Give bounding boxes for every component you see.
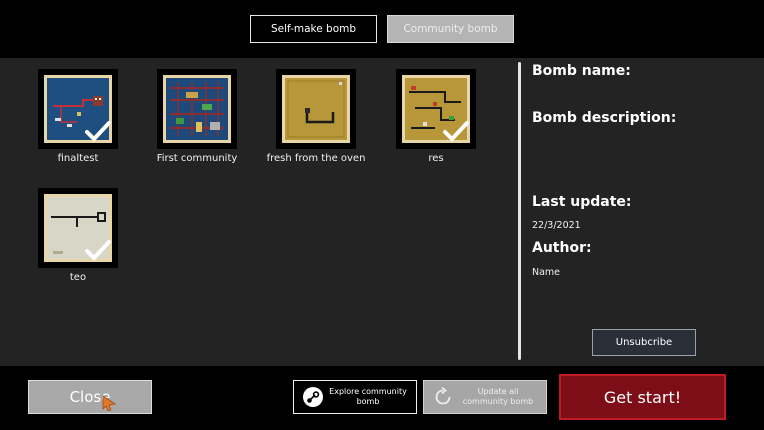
- tab-self-make-bomb[interactable]: Self-make bomb: [250, 15, 377, 43]
- explore-button-label: Explore community bomb: [324, 387, 416, 407]
- bomb-name-heading: Bomb name:: [532, 63, 631, 79]
- bomb-thumbnail: [402, 75, 470, 143]
- bomb-map-preview: [285, 78, 347, 140]
- bomb-name-label: finaltest: [57, 153, 99, 164]
- bomb-thumbnail: [44, 194, 112, 262]
- explore-label-line1: Explore community: [329, 387, 407, 396]
- update-label-line2: community bomb: [462, 397, 534, 406]
- unsubscribe-button[interactable]: Unsubcribe: [592, 329, 696, 356]
- panel-divider-scrollbar[interactable]: [518, 62, 521, 360]
- bomb-thumbnail-frame: [38, 69, 118, 149]
- bomb-map-preview: [166, 78, 228, 140]
- bomb-card-teo[interactable]: teo: [23, 188, 133, 283]
- bomb-name-label: fresh from the oven: [266, 153, 366, 164]
- bomb-name-label: First community: [156, 153, 238, 164]
- steam-icon: [303, 387, 323, 407]
- bomb-card-fresh-from-the-oven[interactable]: fresh from the oven: [261, 69, 371, 164]
- selected-check-icon: [85, 240, 111, 261]
- get-start-button[interactable]: Get start!: [559, 374, 726, 420]
- last-update-value: 22/3/2021: [532, 220, 581, 231]
- tab-community-bomb[interactable]: Community bomb: [387, 15, 514, 43]
- explore-community-bomb-button[interactable]: Explore community bomb: [293, 380, 417, 414]
- author-heading: Author:: [532, 240, 592, 256]
- update-all-community-bomb-button[interactable]: Update all community bomb: [423, 380, 547, 414]
- close-button[interactable]: Close: [28, 380, 152, 414]
- bomb-card-first-community[interactable]: First community: [142, 69, 252, 164]
- last-update-heading: Last update:: [532, 194, 632, 210]
- bomb-card-finaltest[interactable]: finaltest: [23, 69, 133, 164]
- selected-check-icon: [443, 121, 469, 142]
- update-label-line1: Update all: [477, 387, 519, 396]
- bomb-thumbnail: [163, 75, 231, 143]
- bomb-thumbnail: [282, 75, 350, 143]
- bomb-card-res[interactable]: res: [381, 69, 491, 164]
- bomb-thumbnail-frame: [396, 69, 476, 149]
- bomb-name-label: res: [428, 153, 444, 164]
- update-button-label: Update all community bomb: [454, 387, 546, 407]
- bomb-thumbnail: [44, 75, 112, 143]
- bomb-description-heading: Bomb description:: [532, 110, 677, 126]
- bomb-thumbnail-frame: [38, 188, 118, 268]
- refresh-icon: [435, 386, 451, 405]
- bomb-name-label: teo: [69, 272, 87, 283]
- bomb-thumbnail-frame: [157, 69, 237, 149]
- selected-check-icon: [85, 121, 111, 142]
- explore-label-line2: bomb: [356, 397, 380, 406]
- author-value: Name: [532, 267, 561, 278]
- bomb-list-panel: finaltest First community fresh from the…: [0, 58, 764, 366]
- bomb-thumbnail-frame: [276, 69, 356, 149]
- mouse-cursor-icon: [102, 395, 116, 411]
